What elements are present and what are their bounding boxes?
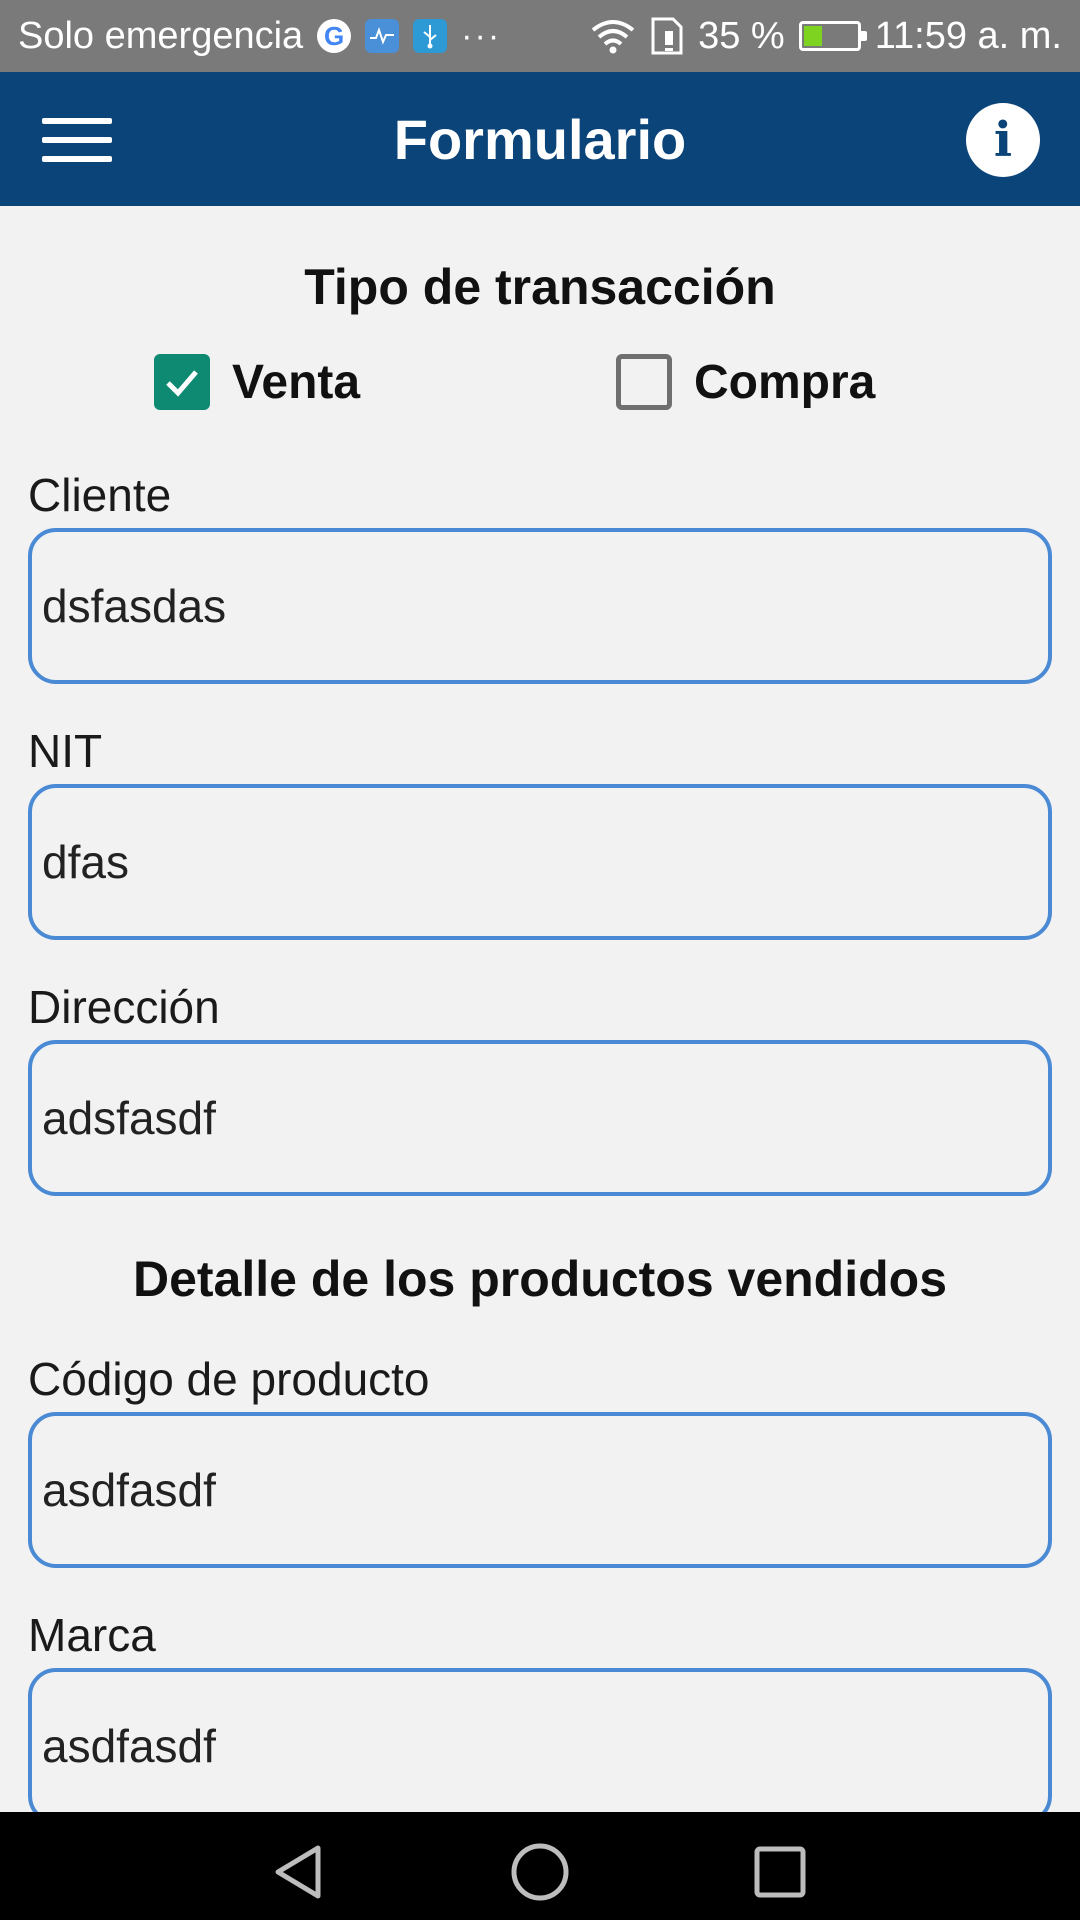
nit-label: NIT xyxy=(28,725,103,777)
checkbox-compra-label: Compra xyxy=(694,355,876,409)
wifi-icon xyxy=(590,19,636,54)
battery-icon xyxy=(798,21,867,51)
info-icon[interactable]: i xyxy=(966,103,1040,177)
nit-input[interactable] xyxy=(28,784,1052,940)
back-icon[interactable] xyxy=(270,1842,330,1902)
codigo-producto-input[interactable] xyxy=(28,1412,1052,1568)
codigo-producto-label: Código de producto xyxy=(28,1353,430,1405)
status-bar: Solo emergencia G ··· 35 % 11:59 a. m. xyxy=(0,0,1080,72)
direccion-input[interactable] xyxy=(28,1040,1052,1196)
google-icon: G xyxy=(317,19,352,53)
hamburger-menu-icon[interactable] xyxy=(42,118,112,162)
battery-percent: 35 % xyxy=(698,14,785,57)
cliente-label: Cliente xyxy=(28,469,172,521)
status-right: 35 % 11:59 a. m. xyxy=(590,15,1062,58)
screen: Solo emergencia G ··· 35 % 11:59 a. m. F… xyxy=(0,0,1080,1920)
clock-time: 11:59 a. m. xyxy=(874,14,1062,57)
direccion-label: Dirección xyxy=(28,981,220,1033)
form-content[interactable]: Tipo de transacción Venta Compra Cliente… xyxy=(0,206,1080,1812)
home-icon[interactable] xyxy=(510,1842,570,1902)
checkbox-unchecked-icon[interactable] xyxy=(616,354,672,410)
more-notifications-icon: ··· xyxy=(461,16,502,55)
recent-apps-icon[interactable] xyxy=(750,1842,810,1902)
health-app-icon xyxy=(365,19,400,53)
marca-label: Marca xyxy=(28,1609,156,1661)
marca-input[interactable] xyxy=(28,1668,1052,1812)
usb-icon xyxy=(413,19,448,53)
cliente-input[interactable] xyxy=(28,528,1052,684)
system-nav-bar xyxy=(0,1812,1080,1920)
sim-icon xyxy=(650,17,684,55)
carrier-text: Solo emergencia xyxy=(18,14,304,57)
checkbox-checked-icon[interactable] xyxy=(154,354,210,410)
checkbox-compra[interactable]: Compra xyxy=(616,354,875,410)
checkbox-venta-label: Venta xyxy=(232,355,361,409)
app-bar: Formulario i xyxy=(0,72,1080,206)
checkbox-venta[interactable]: Venta xyxy=(154,354,360,410)
transaction-type-title: Tipo de transacción xyxy=(304,259,776,315)
status-left: Solo emergencia G ··· xyxy=(18,15,501,58)
products-detail-title: Detalle de los productos vendidos xyxy=(132,1251,948,1307)
battery-fill xyxy=(803,26,822,46)
page-title: Formulario xyxy=(393,107,687,171)
